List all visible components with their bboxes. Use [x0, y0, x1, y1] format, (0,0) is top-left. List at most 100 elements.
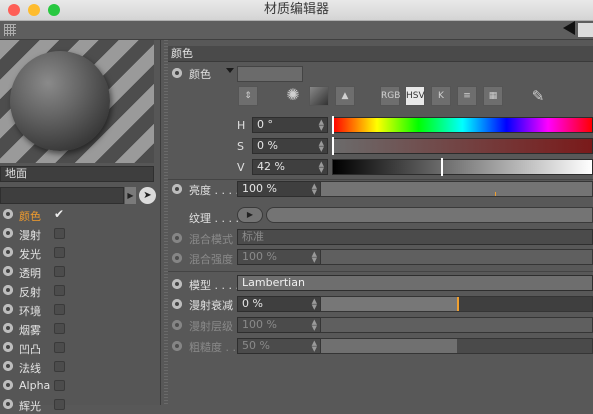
- blend-strength-label: 混合强度: [189, 253, 233, 266]
- h-label: H: [237, 119, 246, 132]
- channel-label: 颜色: [19, 210, 41, 223]
- slider-tick: [495, 192, 496, 196]
- channel-checkbox[interactable]: [54, 323, 65, 334]
- channel-item[interactable]: 发光: [0, 244, 154, 262]
- color-anim-radio[interactable]: [172, 68, 182, 78]
- saturation-handle[interactable]: [332, 137, 334, 155]
- channel-checkbox[interactable]: [54, 247, 65, 258]
- channel-checkbox[interactable]: [54, 266, 65, 277]
- channel-label: 环境: [19, 305, 41, 318]
- channel-checkbox[interactable]: [54, 361, 65, 372]
- brightness-anim-radio[interactable]: [172, 184, 182, 194]
- value-handle[interactable]: [441, 158, 443, 176]
- material-name-field[interactable]: 地面: [0, 166, 154, 182]
- channel-anim-radio[interactable]: [3, 361, 13, 371]
- channel-item[interactable]: 烟雾: [0, 320, 154, 338]
- chevron-down-icon[interactable]: [226, 68, 234, 73]
- model-anim-radio[interactable]: [172, 279, 182, 289]
- brightness-label: 亮度 . . . .: [189, 184, 239, 197]
- diffuse-falloff-slider[interactable]: [320, 296, 593, 312]
- color-wheel-icon[interactable]: ✺: [283, 86, 303, 106]
- spectrum-icon[interactable]: [309, 86, 329, 106]
- v-field[interactable]: 42 % ▲ ▼: [252, 159, 328, 175]
- nav-button[interactable]: [578, 23, 593, 37]
- channel-anim-radio[interactable]: [3, 247, 13, 257]
- material-dropdown-arrow[interactable]: ▶: [125, 187, 136, 204]
- channel-anim-radio[interactable]: [3, 304, 13, 314]
- texture-slot[interactable]: [266, 207, 593, 223]
- diffuse-level-slider[interactable]: [320, 317, 593, 333]
- s-value: 0 %: [257, 139, 278, 152]
- channel-checkbox[interactable]: [54, 380, 65, 391]
- grip-icon[interactable]: [4, 24, 16, 36]
- roughness-label: 粗糙度 . .: [189, 341, 236, 354]
- channel-item[interactable]: 法线: [0, 358, 154, 376]
- slider-fill: [321, 339, 457, 353]
- window-title: 材质编辑器: [263, 2, 329, 17]
- color-swatch[interactable]: [237, 66, 303, 82]
- diffuse-level-anim-radio[interactable]: [172, 320, 182, 330]
- blend-strength-anim-radio[interactable]: [172, 253, 182, 263]
- rgb-mode-button[interactable]: RGB: [380, 86, 400, 106]
- channel-item[interactable]: Alpha: [0, 377, 154, 395]
- h-field[interactable]: 0 ° ▲ ▼: [252, 117, 328, 133]
- eyedropper-icon[interactable]: ✎: [528, 86, 548, 106]
- channel-item[interactable]: 反射: [0, 282, 154, 300]
- sliders-icon[interactable]: ≡: [457, 86, 477, 106]
- roughness-anim-radio[interactable]: [172, 341, 182, 351]
- channel-checkbox[interactable]: [54, 285, 65, 296]
- swatches-icon[interactable]: ▦: [483, 86, 503, 106]
- channel-anim-radio[interactable]: [3, 266, 13, 276]
- blend-mode-anim-radio[interactable]: [172, 233, 182, 243]
- pointer-icon[interactable]: ➤: [139, 187, 156, 204]
- blend-strength-slider[interactable]: [320, 249, 593, 265]
- back-arrow-icon[interactable]: [563, 21, 575, 35]
- roughness-slider[interactable]: [320, 338, 593, 354]
- s-field[interactable]: 0 % ▲ ▼: [252, 138, 328, 154]
- color-label: 颜色: [189, 68, 211, 81]
- channel-label: 凹凸: [19, 343, 41, 356]
- channel-checkbox[interactable]: [54, 304, 65, 315]
- channel-item[interactable]: 漫射: [0, 225, 154, 243]
- eyedropper-screen-icon[interactable]: ⇕: [238, 86, 258, 106]
- channel-checkbox[interactable]: ✔: [54, 208, 65, 220]
- blend-strength-field[interactable]: 100 % ▲ ▼: [237, 249, 321, 265]
- hsv-mode-button[interactable]: HSV: [405, 86, 425, 106]
- channel-item[interactable]: 透明: [0, 263, 154, 281]
- diffuse-falloff-anim-radio[interactable]: [172, 299, 182, 309]
- brightness-field[interactable]: 100 % ▲ ▼: [237, 181, 321, 197]
- hue-slider[interactable]: [332, 117, 593, 133]
- image-picker-icon[interactable]: ▲: [335, 86, 355, 106]
- channel-anim-radio[interactable]: [3, 285, 13, 295]
- value-slider[interactable]: [332, 159, 593, 175]
- s-label: S: [237, 140, 244, 153]
- slider-marker[interactable]: [457, 297, 459, 311]
- channel-anim-radio[interactable]: [3, 209, 13, 219]
- channel-item[interactable]: 环境: [0, 301, 154, 319]
- hue-handle[interactable]: [332, 116, 334, 134]
- roughness-field[interactable]: 50 % ▲ ▼: [237, 338, 321, 354]
- channel-anim-radio[interactable]: [3, 380, 13, 390]
- channel-anim-radio[interactable]: [3, 399, 13, 409]
- channel-anim-radio[interactable]: [3, 228, 13, 238]
- diffuse-level-field[interactable]: 100 % ▲ ▼: [237, 317, 321, 333]
- channel-anim-radio[interactable]: [3, 342, 13, 352]
- diffuse-falloff-value: 0 %: [242, 297, 263, 310]
- kelvin-mode-button[interactable]: K: [431, 86, 451, 106]
- blend-mode-select[interactable]: 标准: [237, 229, 593, 245]
- channel-checkbox[interactable]: [54, 228, 65, 239]
- channel-checkbox[interactable]: [54, 342, 65, 353]
- blend-mode-label: 混合模式: [189, 233, 233, 246]
- channel-item[interactable]: 颜色 ✔: [0, 206, 154, 224]
- saturation-slider[interactable]: [332, 138, 593, 154]
- channel-label: 漫射: [19, 229, 41, 242]
- brightness-slider[interactable]: [320, 181, 593, 197]
- channel-item[interactable]: 辉光: [0, 396, 154, 414]
- diffuse-falloff-field[interactable]: 0 % ▲ ▼: [237, 296, 321, 312]
- channel-item[interactable]: 凹凸: [0, 339, 154, 357]
- model-select[interactable]: Lambertian: [237, 275, 593, 291]
- channel-anim-radio[interactable]: [3, 323, 13, 333]
- texture-arrow-button[interactable]: ▶: [237, 207, 263, 223]
- material-search-field[interactable]: [0, 187, 124, 204]
- pane-divider[interactable]: [164, 40, 168, 405]
